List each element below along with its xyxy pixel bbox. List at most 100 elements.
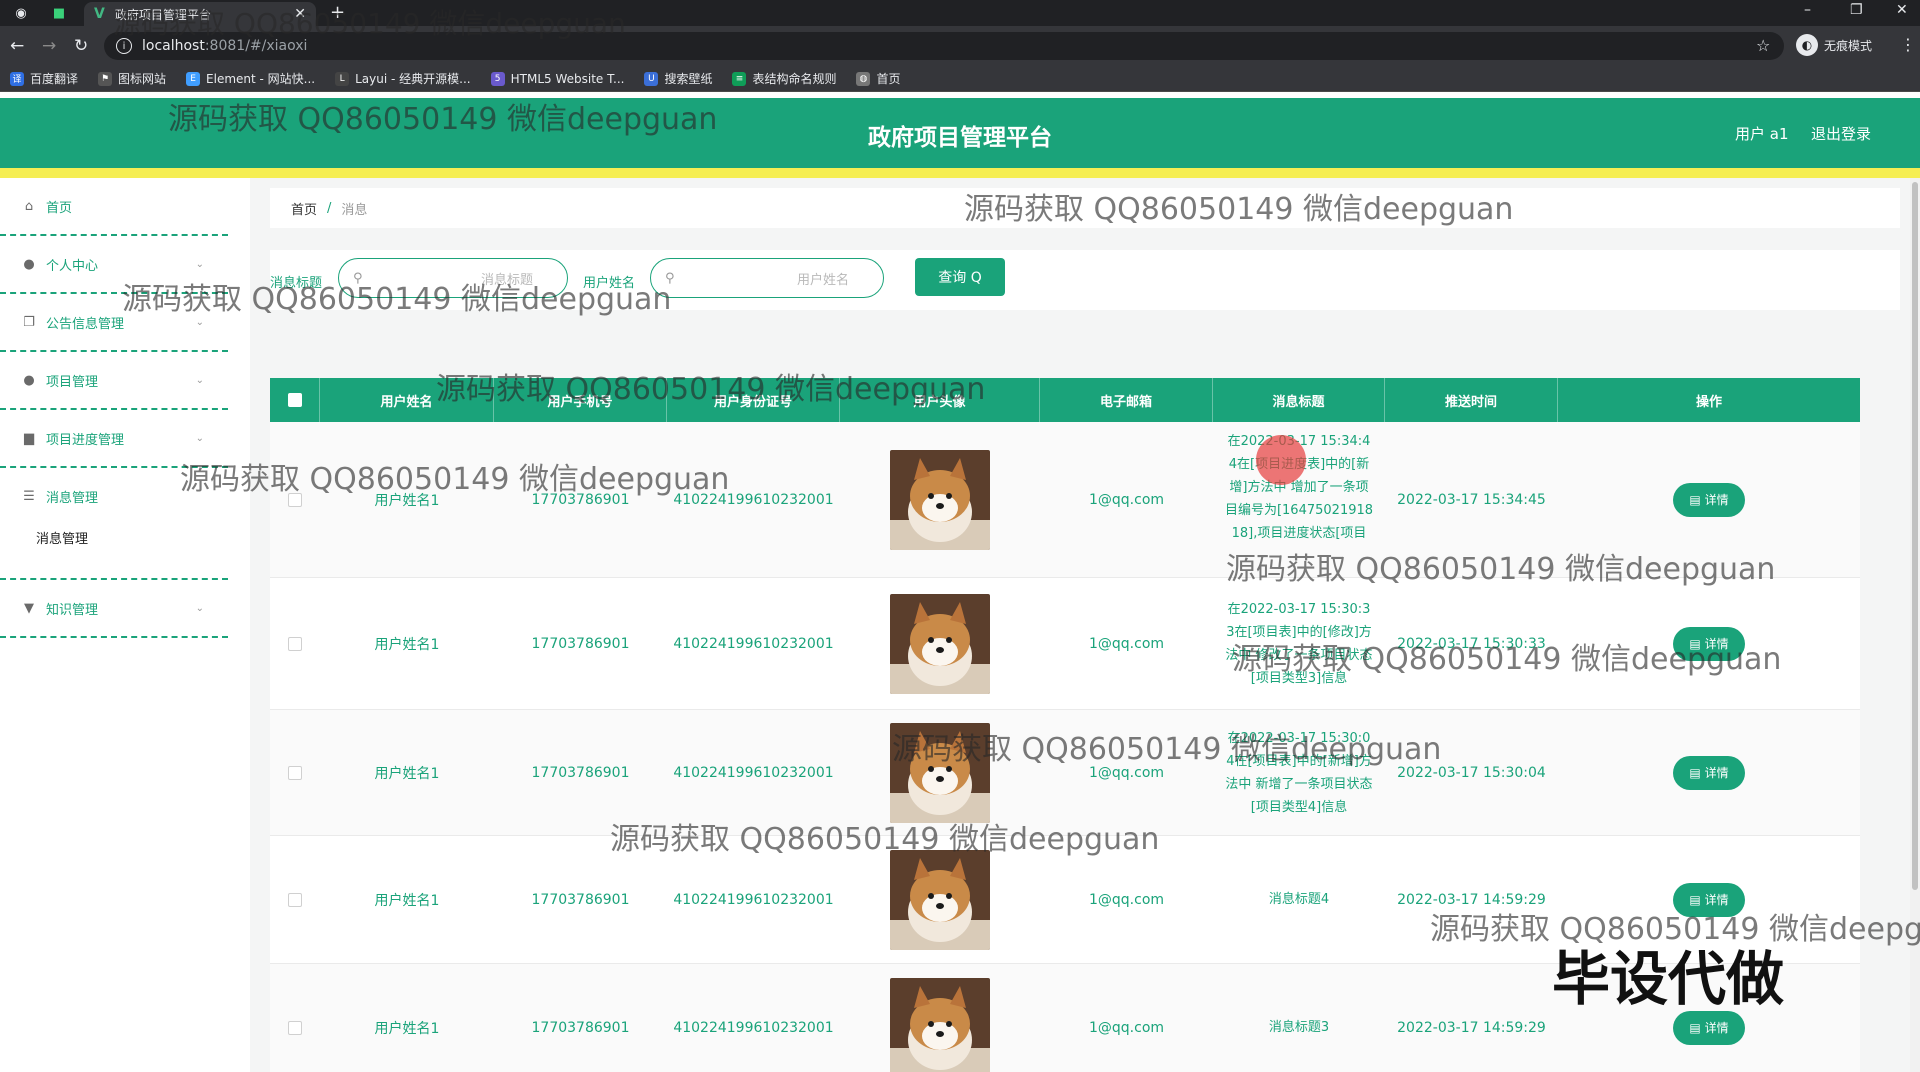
logout-link[interactable]: 退出登录 — [1811, 123, 1871, 144]
sidebar-item-label: 项目进度管理 — [46, 432, 125, 448]
url-input[interactable]: i localhost:8081/#/xiaoxi — [104, 32, 1784, 60]
cell-time: 2022-03-17 15:30:04 — [1397, 764, 1546, 781]
chevron-down-icon: ⌄ — [195, 602, 204, 614]
detail-button[interactable]: ▤ 详情 — [1673, 755, 1745, 790]
sidebar-item-progress[interactable]: ▆ 项目进度管理 ⌄ — [0, 410, 228, 468]
detail-label: 详情 — [1704, 766, 1729, 780]
sidebar-subitem-message[interactable]: 消息管理 — [36, 528, 88, 547]
message-title: 消息标题3 — [1268, 1020, 1330, 1035]
cell-id: 410224199610232001 — [673, 491, 834, 508]
row-checkbox[interactable] — [288, 636, 302, 651]
bookmark-item[interactable]: U 搜索壁纸 — [644, 70, 712, 87]
translate-icon: 译 — [10, 71, 24, 86]
chevron-down-icon: ⌄ — [195, 316, 204, 328]
col-header: 推送时间 — [1385, 378, 1558, 422]
sidebar-item-notice[interactable]: ❐ 公告信息管理 ⌄ — [0, 294, 228, 352]
row-checkbox[interactable] — [288, 892, 302, 907]
col-header: 用户头像 — [840, 378, 1040, 422]
scrollbar-thumb[interactable] — [1912, 182, 1918, 890]
sidebar-item-label: 知识管理 — [46, 602, 99, 618]
sidebar-item-project[interactable]: ● 项目管理 ⌄ — [0, 352, 228, 410]
bookmark-label: Element - 网站快... — [206, 72, 316, 86]
cell-action: ▤ 详情 — [1558, 578, 1860, 709]
new-tab-icon[interactable]: + — [330, 2, 345, 23]
home-icon: ⌂ — [24, 198, 34, 214]
bookmark-item[interactable]: ⚑ 图标网站 — [98, 70, 166, 87]
bookmark-item[interactable]: E Element - 网站快... — [186, 70, 315, 87]
cell-title: 在2022-03-17 15:30:3 3在[项目表]中的[修改]方法中 修改了… — [1213, 578, 1385, 709]
detail-button[interactable]: ▤ 详情 — [1673, 482, 1745, 517]
header-strip — [0, 168, 1920, 178]
detail-button[interactable]: ▤ 详情 — [1673, 626, 1745, 661]
close-window-icon[interactable]: ✕ — [1896, 2, 1908, 18]
restore-icon[interactable]: ❐ — [1850, 2, 1863, 18]
row-checkbox[interactable] — [288, 1020, 302, 1035]
table-row: 用户姓名1 17703786901 410224199610232001 1@q… — [270, 578, 1860, 710]
cell-email: 1@qq.com — [1088, 891, 1165, 908]
query-button[interactable]: 查询 Q — [915, 258, 1005, 296]
cell-phone: 17703786901 — [531, 635, 630, 652]
reload-icon[interactable]: ↻ — [74, 36, 88, 56]
bookmark-item[interactable]: 5 HTML5 Website T... — [490, 71, 624, 86]
sheet-icon: ≡ — [732, 71, 747, 86]
pin-icon: ▼ — [24, 600, 34, 616]
breadcrumb-home[interactable]: 首页 — [291, 199, 317, 218]
url-path: :8081/#/xiaoxi — [204, 38, 308, 54]
search-icon: ⚲ — [353, 270, 363, 286]
incognito-indicator[interactable]: ◐ 无痕模式 — [1796, 34, 1872, 56]
active-tab[interactable]: V 政府项目管理平台 ✕ — [84, 2, 316, 26]
sidebar-item-home[interactable]: ⌂ 首页 — [0, 178, 228, 236]
title-search-input[interactable]: ⚲ 消息标题 — [338, 258, 568, 298]
bookmark-item[interactable]: L Layui - 经典开源模... — [335, 70, 471, 87]
current-user[interactable]: 用户 a1 — [1735, 123, 1789, 144]
col-header: 用户手机号 — [494, 378, 667, 422]
cell-phone: 17703786901 — [531, 1019, 630, 1036]
bookmark-item[interactable]: ≡ 表结构命名规则 — [732, 70, 836, 87]
select-all-checkbox[interactable] — [287, 393, 302, 407]
select-all-cell — [270, 378, 320, 422]
sidebar-item-knowledge[interactable]: ▼ 知识管理 ⌄ — [0, 580, 228, 638]
bookmark-item[interactable]: ◍ 首页 — [856, 70, 901, 87]
cell-id: 410224199610232001 — [673, 1019, 834, 1036]
table-row: 用户姓名1 17703786901 410224199610232001 1@q… — [270, 422, 1860, 578]
row-checkbox[interactable] — [288, 765, 302, 780]
cell-id: 410224199610232001 — [673, 764, 834, 781]
sidebar-item-label: 首页 — [46, 200, 73, 216]
close-tab-icon[interactable]: ✕ — [294, 6, 306, 22]
col-header: 用户身份证号 — [667, 378, 840, 422]
detail-icon: ▤ — [1689, 492, 1705, 507]
cell-email: 1@qq.com — [1088, 491, 1165, 508]
col-header: 操作 — [1695, 394, 1722, 410]
name-search-input[interactable]: ⚲ 用户姓名 — [650, 258, 884, 298]
bookmark-label: Layui - 经典开源模... — [355, 72, 471, 86]
minimize-icon[interactable]: – — [1804, 2, 1811, 18]
sidebar-item-personal-center[interactable]: ● 个人中心 ⌄ — [0, 236, 228, 294]
sidebar-item-message[interactable]: ☰ 消息管理 — [0, 468, 228, 580]
bookmark-label: 百度翻译 — [30, 72, 79, 86]
cell-avatar — [840, 710, 1040, 835]
forward-icon[interactable]: → — [42, 36, 56, 56]
user-icon: ● — [23, 256, 35, 272]
row-checkbox[interactable] — [288, 492, 302, 507]
detail-label: 详情 — [1704, 893, 1729, 907]
bookmark-star-icon[interactable]: ☆ — [1756, 36, 1770, 55]
browser-menu-icon[interactable]: ⋮ — [1900, 35, 1916, 54]
detail-button[interactable]: ▤ 详情 — [1673, 882, 1745, 917]
cell-avatar — [840, 836, 1040, 963]
bookmark-item[interactable]: 译百度翻译 — [10, 70, 78, 87]
site-info-icon[interactable]: i — [116, 38, 132, 54]
avatar — [890, 977, 990, 1072]
cell-name: 用户姓名1 — [374, 492, 440, 509]
bookmark-label: 搜索壁纸 — [664, 72, 713, 86]
tab-title: 政府项目管理平台 — [114, 7, 211, 22]
user-icon: ● — [23, 372, 35, 388]
detail-icon: ▤ — [1689, 765, 1705, 780]
cell-name: 用户姓名1 — [374, 636, 440, 653]
app-tab-icon[interactable]: ■ — [50, 4, 68, 22]
promo-watermark: 毕设代做 — [1552, 945, 1785, 1013]
briefcase-icon: ▆ — [24, 430, 34, 446]
cell-action: ▤ 详情 — [1558, 422, 1860, 577]
title-search-label: 消息标题 — [270, 276, 323, 291]
detail-label: 详情 — [1704, 493, 1729, 507]
back-icon[interactable]: ← — [10, 36, 24, 56]
